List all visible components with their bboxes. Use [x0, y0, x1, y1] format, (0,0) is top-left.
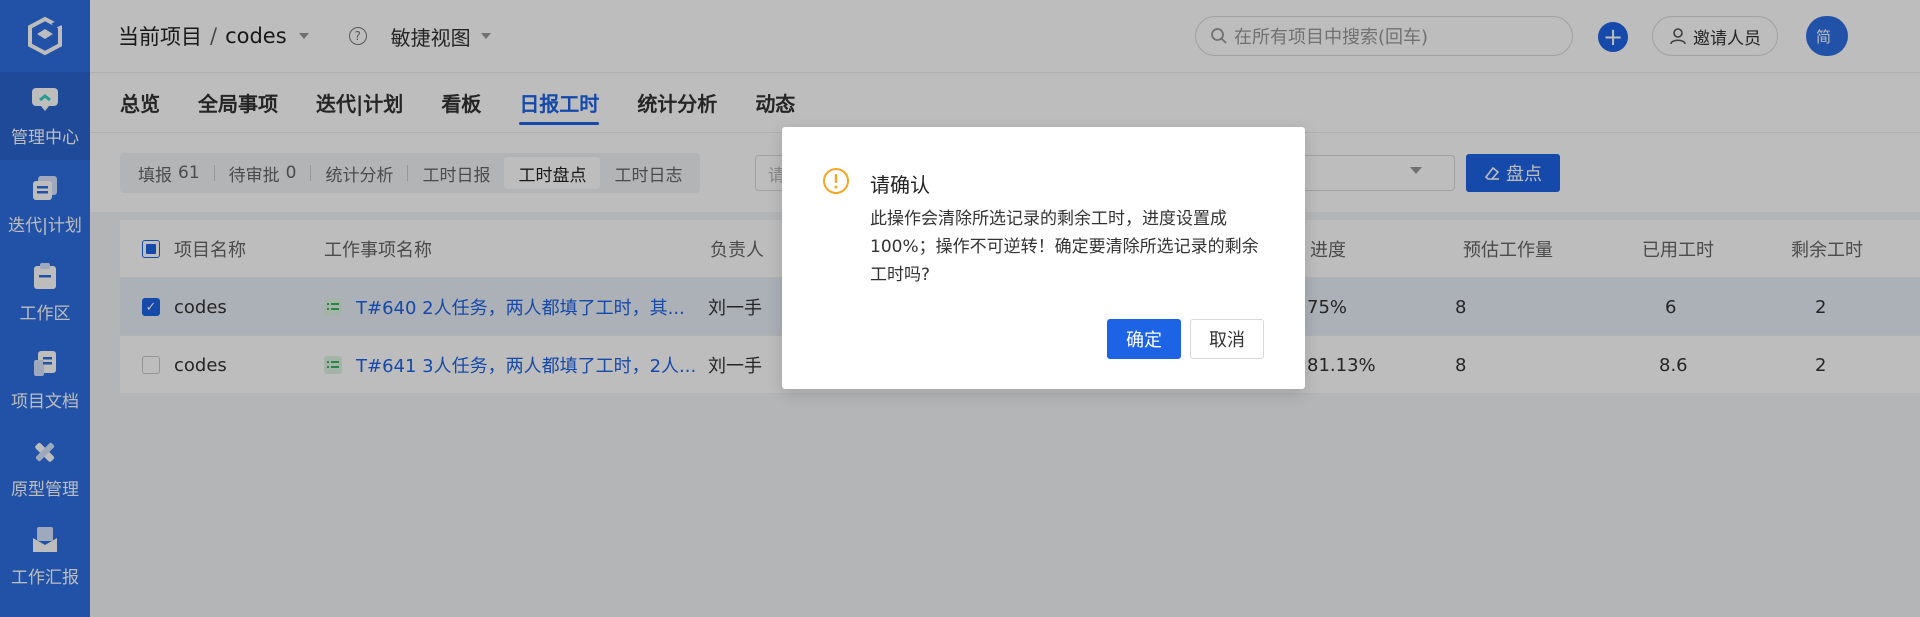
- dialog-title: 请确认: [870, 173, 930, 197]
- confirm-button[interactable]: 确定: [1107, 319, 1181, 359]
- dialog-message: 此操作会清除所选记录的剩余工时，进度设置成100%；操作不可逆转！确定要清除所选…: [870, 209, 1259, 285]
- warning-icon: [823, 168, 849, 194]
- cancel-button[interactable]: 取消: [1190, 319, 1264, 359]
- confirm-dialog: 请确认 此操作会清除所选记录的剩余工时，进度设置成100%；操作不可逆转！确定要…: [782, 127, 1305, 389]
